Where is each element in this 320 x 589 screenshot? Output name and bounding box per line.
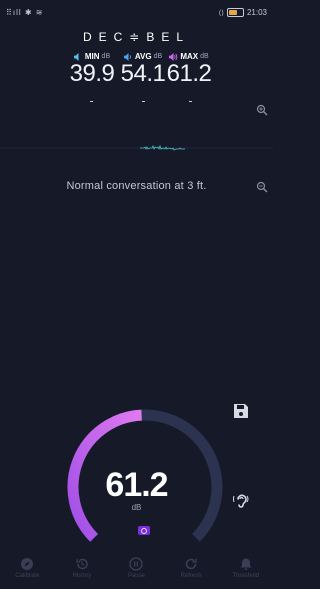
stat-tick-marks	[0, 99, 273, 105]
history-icon	[76, 558, 88, 570]
status-bar: ⠿ıll ✱ ≋ ⟨⟩ 21:03	[0, 0, 273, 22]
nav-label: Calibrate	[15, 573, 40, 579]
nav-label: Refresh	[180, 573, 202, 579]
pause-icon	[129, 557, 144, 571]
bottom-navigation: Calibrate History Pause Refresh Threshol…	[0, 557, 273, 589]
nav-history[interactable]: History	[55, 557, 110, 589]
nav-pause[interactable]: Pause	[109, 557, 164, 589]
nav-threshold[interactable]: Threshold	[218, 557, 273, 589]
nav-label: Threshold	[232, 573, 260, 579]
max-value: 61.2	[166, 60, 212, 87]
save-icon[interactable]	[232, 402, 250, 420]
max-unit: dB	[200, 53, 209, 60]
zoom-in-icon[interactable]	[256, 104, 268, 116]
bell-icon	[240, 558, 252, 570]
noise-description: Normal conversation at 3 ft.	[66, 180, 207, 192]
compass-icon	[21, 558, 34, 570]
nav-label: Pause	[127, 573, 145, 579]
nav-label: History	[72, 573, 92, 579]
battery-icon	[226, 8, 244, 17]
signal-status: ⠿ıll ✱ ≋	[6, 8, 44, 17]
nav-calibrate[interactable]: Calibrate	[0, 557, 55, 589]
nfc-icon: ⟨⟩	[218, 9, 224, 17]
hearing-icon[interactable]	[232, 491, 250, 509]
nav-refresh[interactable]: Refresh	[164, 557, 219, 589]
waveform-graph	[0, 144, 273, 151]
app-logo: DEC≑BEL	[82, 30, 191, 44]
refresh-icon	[185, 558, 197, 570]
status-right: ⟨⟩ 21:03	[218, 8, 267, 17]
min-unit: dB	[101, 53, 111, 60]
max-stat: MAX dB 61.2	[159, 52, 219, 87]
clock: 21:03	[246, 8, 267, 17]
camera-icon[interactable]	[138, 526, 150, 535]
